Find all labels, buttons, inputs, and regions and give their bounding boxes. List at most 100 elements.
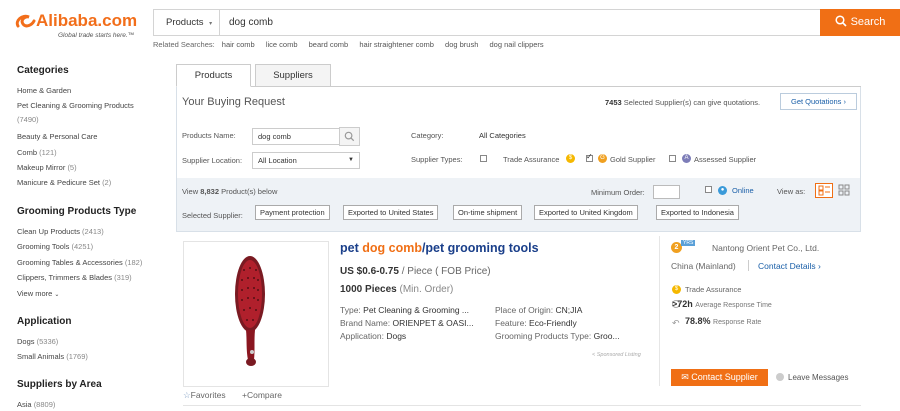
leave-messages-link[interactable]: Leave Messages: [776, 373, 848, 382]
product-title-link[interactable]: pet dog comb/pet grooming tools: [340, 241, 539, 255]
gold-supplier-icon: G: [598, 154, 607, 163]
suppliers-by-area-title: Suppliers by Area: [17, 379, 102, 390]
related-searches-label: Related Searches:: [153, 40, 215, 49]
compare-button[interactable]: +Compare: [242, 390, 282, 400]
supplier-info: [659, 236, 861, 386]
sidebar-item[interactable]: Small Animals (1769): [17, 352, 88, 361]
products-search-button[interactable]: [339, 127, 360, 146]
sidebar-item[interactable]: Makeup Mirror (5): [17, 163, 77, 172]
supplier-name-link[interactable]: Nantong Orient Pet Co., Ltd.: [712, 243, 819, 253]
sidebar-item[interactable]: Clean Up Products (2413): [17, 227, 104, 236]
sidebar-item[interactable]: Beauty & Personal Care: [17, 132, 97, 141]
listing-divider: [183, 405, 861, 406]
assessed-supplier-icon: A: [682, 154, 691, 163]
product-attribute: Type: Pet Cleaning & Grooming ...: [340, 305, 470, 315]
tab-products[interactable]: Products: [176, 64, 251, 87]
search-box: Products ▾: [153, 9, 821, 36]
dog-brush-image: [235, 256, 265, 366]
supplier-location-label: Supplier Location:: [182, 156, 243, 165]
star-icon: ☆: [183, 390, 191, 400]
trade-assurance-label: Trade Assurance: [503, 155, 560, 164]
search-icon: [835, 15, 847, 27]
products-name-input[interactable]: dog comb: [252, 128, 340, 145]
online-label: Online: [732, 186, 754, 195]
related-searches: Related Searches: hair comb lice comb be…: [153, 40, 553, 49]
product-image[interactable]: [183, 241, 329, 387]
sidebar-item-count: (7490): [17, 115, 39, 124]
tab-suppliers[interactable]: Suppliers: [255, 64, 331, 87]
header: Alibaba.com Global trade starts here.™ P…: [0, 0, 900, 52]
get-quotations-button[interactable]: Get Quotations ›: [780, 93, 857, 110]
related-search-link[interactable]: dog brush: [445, 40, 478, 49]
sidebar-item[interactable]: Comb (121): [17, 148, 57, 157]
quotation-count: 7453 Selected Supplier(s) can give quota…: [605, 98, 761, 107]
filter-chip[interactable]: Exported to Indonesia: [656, 205, 739, 220]
supplier-location-select[interactable]: All Location ▼: [252, 152, 360, 169]
product-attribute: Grooming Products Type: Groo...: [495, 331, 620, 341]
product-attribute: Place of Origin: CN;JIA: [495, 305, 583, 315]
alibaba-logo-icon: [15, 14, 36, 28]
chat-icon: [776, 373, 784, 381]
chevron-down-icon: ⌄: [54, 292, 60, 298]
search-category-dropdown[interactable]: Products ▾: [154, 10, 220, 35]
filter-chip[interactable]: Exported to United States: [343, 205, 439, 220]
gold-supplier-years-badge: 2 YRS: [671, 240, 697, 254]
contact-supplier-button[interactable]: ✉ Contact Supplier: [671, 369, 768, 386]
chevron-down-icon: ▾: [209, 21, 213, 27]
sidebar-item[interactable]: Pet Cleaning & Grooming Products: [17, 101, 134, 110]
min-order-input[interactable]: [653, 185, 680, 199]
trade-assurance-checkbox[interactable]: [480, 155, 487, 162]
buying-request-panel: Your Buying Request 7453 Selected Suppli…: [176, 87, 861, 232]
logo-name: Alibaba.com: [36, 11, 138, 30]
search-input[interactable]: [229, 10, 809, 35]
filter-chip[interactable]: On-time shipment: [453, 205, 523, 220]
view-more-link[interactable]: View more ⌄: [17, 289, 59, 298]
related-search-link[interactable]: lice comb: [266, 40, 298, 49]
filter-chip[interactable]: Payment protection: [255, 205, 330, 220]
sidebar-item[interactable]: Clippers, Trimmers & Blades (319): [17, 273, 132, 282]
related-search-link[interactable]: hair comb: [222, 40, 255, 49]
related-search-link[interactable]: dog nail clippers: [489, 40, 543, 49]
related-search-link[interactable]: beard comb: [309, 40, 349, 49]
grooming-type-title: Grooming Products Type: [17, 206, 137, 217]
filter-chip[interactable]: Exported to United Kingdom: [534, 205, 638, 220]
sidebar-item[interactable]: Home & Garden: [17, 86, 71, 95]
trade-assurance-icon: $: [672, 285, 681, 294]
gold-supplier-checkbox[interactable]: [586, 152, 593, 162]
product-min-order: 1000 Pieces (Min. Order): [340, 284, 454, 295]
contact-details-link[interactable]: Contact Details ›: [758, 261, 821, 271]
search-category-label: Products: [166, 17, 204, 28]
supplier-types-label: Supplier Types:: [411, 155, 463, 164]
category-value[interactable]: All Categories: [479, 131, 526, 140]
sidebar-item[interactable]: Dogs (5336): [17, 337, 58, 346]
category-label: Category:: [411, 131, 444, 140]
view-as-label: View as:: [777, 187, 806, 196]
trade-assurance-label: Trade Assurance: [685, 285, 742, 294]
selected-supplier-label: Selected Supplier:: [182, 211, 243, 220]
assessed-supplier-checkbox[interactable]: [669, 155, 676, 162]
alibaba-logo[interactable]: Alibaba.com Global trade starts here.™: [14, 8, 149, 39]
favorites-button[interactable]: ☆Favorites: [183, 390, 226, 401]
trade-assurance-icon: $: [566, 154, 575, 163]
search-button-label: Search: [850, 16, 886, 28]
online-checkbox[interactable]: [705, 186, 712, 193]
reply-icon: ↶: [672, 318, 680, 328]
search-icon: [344, 131, 355, 142]
product-attribute: Application: Dogs: [340, 331, 407, 341]
sidebar-item[interactable]: Grooming Tools (4251): [17, 242, 93, 251]
products-name-label: Products Name:: [182, 131, 236, 140]
search-button[interactable]: Search: [820, 9, 900, 36]
sidebar-item[interactable]: Manicure & Pedicure Set (2): [17, 178, 111, 187]
assessed-supplier-label: Assessed Supplier: [694, 155, 757, 164]
application-title: Application: [17, 316, 72, 327]
gallery-view-icon[interactable]: [815, 183, 833, 198]
categories-title: Categories: [17, 65, 69, 76]
logo-tagline: Global trade starts here.™: [58, 32, 135, 39]
sidebar-item[interactable]: Asia (8809): [17, 400, 55, 409]
envelope-icon: ✉: [681, 372, 689, 382]
related-search-link[interactable]: hair straightener comb: [359, 40, 434, 49]
grid-view-icon[interactable]: [837, 183, 851, 198]
sponsored-listing-label: < Sponsored Listing: [592, 352, 641, 358]
sidebar-item[interactable]: Grooming Tables & Accessories (182): [17, 258, 142, 267]
response-time: >72h Average Response Time: [672, 299, 772, 309]
